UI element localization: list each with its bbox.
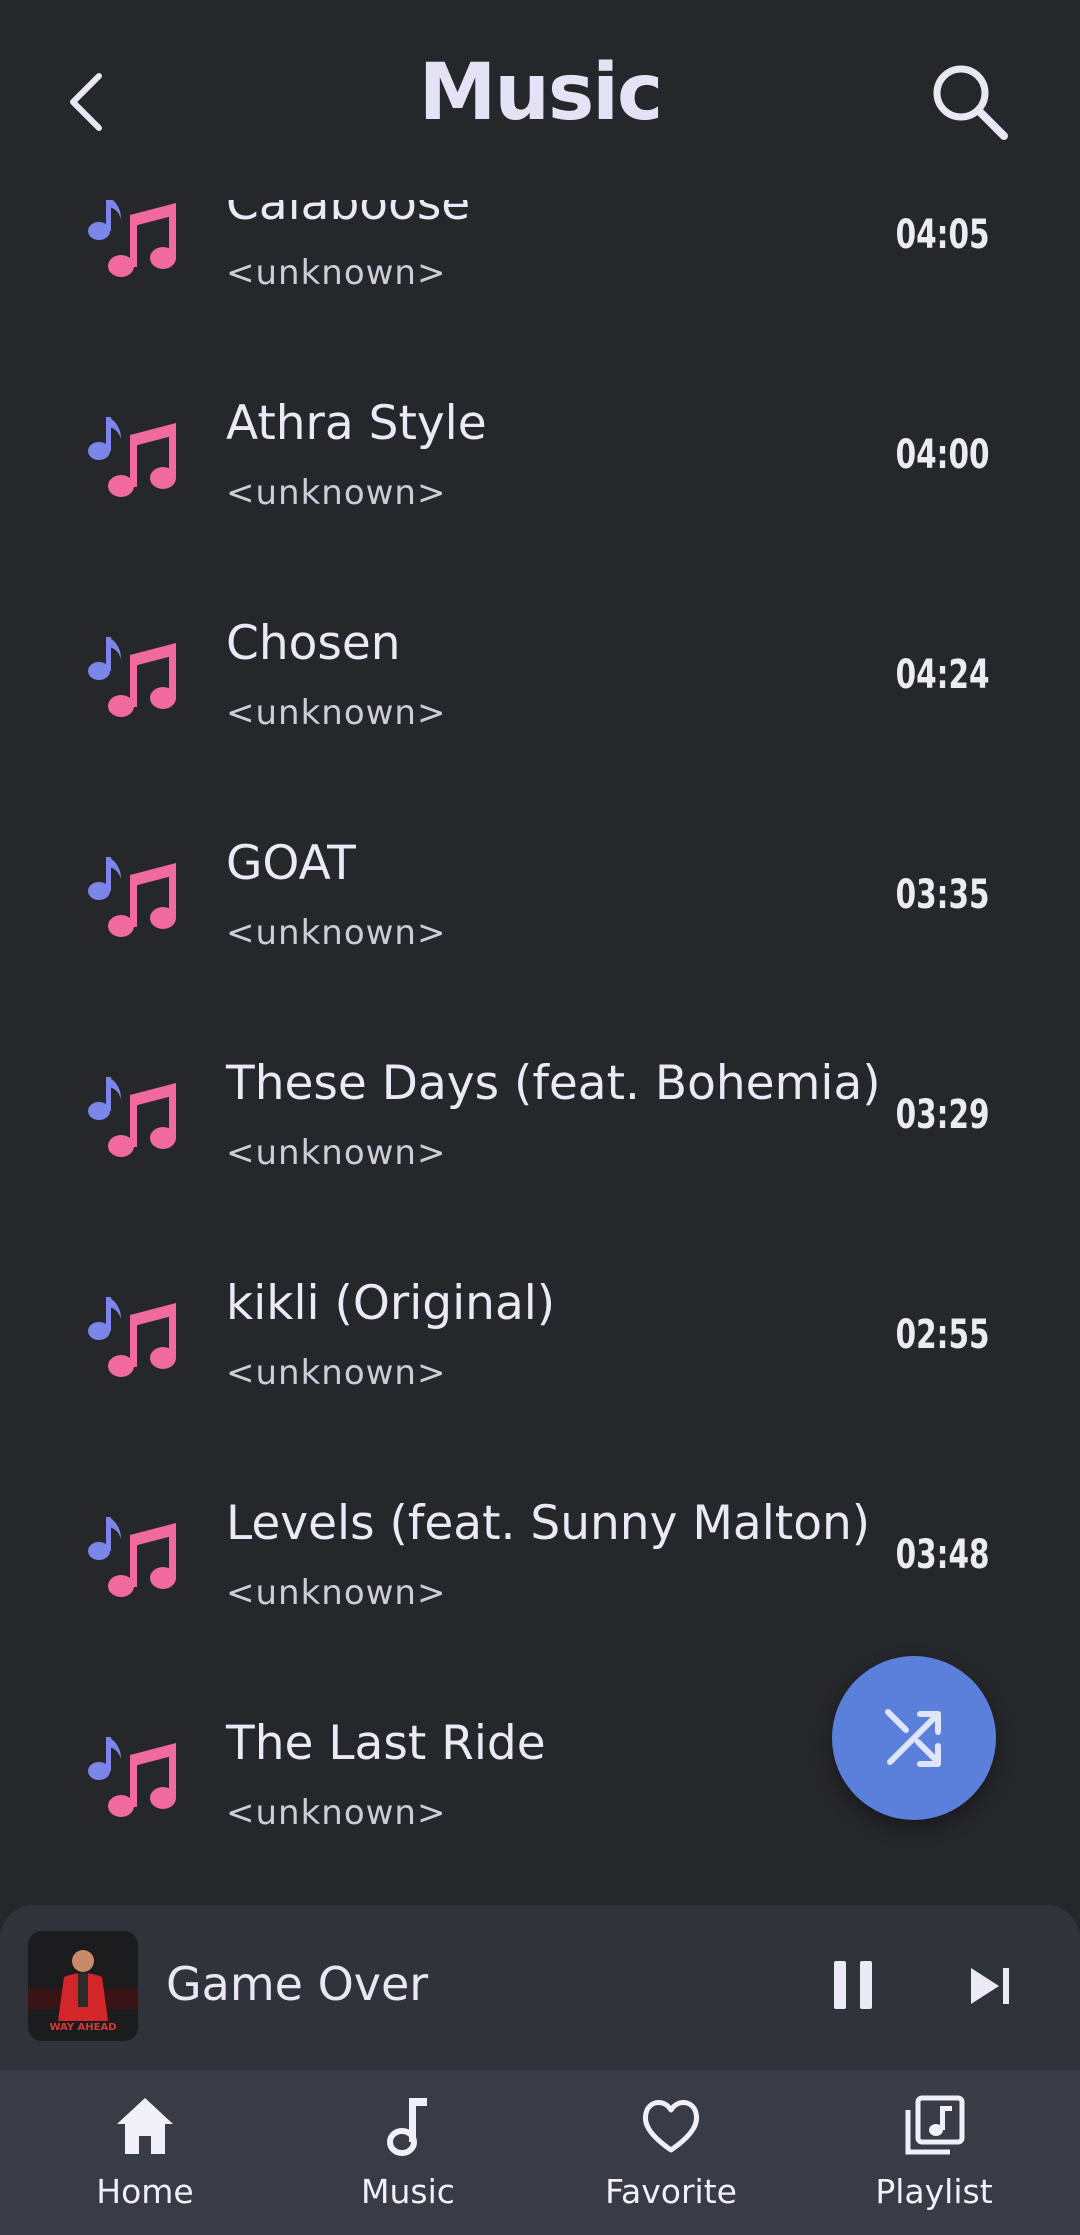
search-icon xyxy=(933,65,1008,140)
nav-item-playlist[interactable]: Playlist xyxy=(814,2070,1054,2235)
song-row[interactable]: These Days (feat. Bohemia) <unknown> 03:… xyxy=(0,1008,1080,1228)
app-header: Music xyxy=(0,0,1080,200)
song-artist: <unknown> xyxy=(226,253,447,293)
shuffle-icon xyxy=(885,1709,941,1767)
song-duration: 04:00 xyxy=(896,432,990,478)
nav-item-favorite[interactable]: Favorite xyxy=(551,2070,791,2235)
music-note-icon xyxy=(88,857,176,937)
song-artist: <unknown> xyxy=(226,1573,447,1613)
music-note-icon xyxy=(88,1077,176,1157)
song-duration: 03:48 xyxy=(896,1532,990,1578)
mini-player[interactable]: WAY AHEAD Game Over xyxy=(0,1905,1080,2070)
nav-label-home: Home xyxy=(96,2172,194,2211)
song-duration: 04:24 xyxy=(896,652,990,698)
music-note-icon xyxy=(88,1297,176,1377)
next-button[interactable] xyxy=(965,1960,1017,2012)
nav-label-music: Music xyxy=(361,2172,455,2211)
song-row[interactable]: GOAT <unknown> 03:35 xyxy=(0,788,1080,1008)
music-note-icon xyxy=(387,2098,427,2156)
nav-item-music[interactable]: Music xyxy=(288,2070,528,2235)
pause-icon xyxy=(834,1961,872,2009)
song-title: GOAT xyxy=(226,836,356,891)
song-duration: 03:29 xyxy=(896,1092,990,1138)
shuffle-button[interactable] xyxy=(832,1656,996,1820)
music-note-icon xyxy=(88,1737,176,1817)
music-note-icon xyxy=(88,417,176,497)
music-note-icon xyxy=(88,1517,176,1597)
song-list: Calaboose <unknown> 04:05 Athra Style <u… xyxy=(0,0,1080,1900)
page-title: Music xyxy=(418,48,664,138)
song-title: Chosen xyxy=(226,616,401,671)
song-row[interactable]: Levels (feat. Sunny Malton) <unknown> 03… xyxy=(0,1448,1080,1668)
song-title: Athra Style xyxy=(226,396,487,451)
home-icon xyxy=(117,2098,173,2154)
song-artist: <unknown> xyxy=(226,1793,447,1833)
song-title: Levels (feat. Sunny Malton) xyxy=(226,1496,871,1551)
now-playing-title: Game Over xyxy=(166,1957,429,2011)
search-button[interactable] xyxy=(928,60,1010,142)
song-title: The Last Ride xyxy=(226,1716,546,1771)
song-row[interactable]: Chosen <unknown> 04:24 xyxy=(0,568,1080,788)
heart-icon xyxy=(642,2100,700,2153)
song-artist: <unknown> xyxy=(226,1353,447,1393)
song-duration: 04:05 xyxy=(896,212,990,258)
song-duration: 03:35 xyxy=(896,872,990,918)
bottom-nav: Home Music Favorite Playlist xyxy=(0,2070,1080,2235)
song-title: kikli (Original) xyxy=(226,1276,556,1331)
nav-label-playlist: Playlist xyxy=(875,2172,993,2211)
album-art-image: WAY AHEAD xyxy=(28,1931,138,2041)
song-artist: <unknown> xyxy=(226,473,447,513)
song-row[interactable]: kikli (Original) <unknown> 02:55 xyxy=(0,1228,1080,1448)
song-artist: <unknown> xyxy=(226,1133,447,1173)
nav-item-home[interactable]: Home xyxy=(25,2070,265,2235)
song-artist: <unknown> xyxy=(226,693,447,733)
nav-label-favorite: Favorite xyxy=(605,2172,737,2211)
album-art-text: WAY AHEAD xyxy=(49,2022,116,2033)
song-duration: 02:55 xyxy=(896,1312,990,1358)
song-title: These Days (feat. Bohemia) xyxy=(226,1056,881,1111)
album-art[interactable]: WAY AHEAD xyxy=(28,1931,138,2041)
song-row[interactable]: Athra Style <unknown> 04:00 xyxy=(0,348,1080,568)
song-artist: <unknown> xyxy=(226,913,447,953)
music-note-icon xyxy=(88,197,176,277)
skip-next-icon xyxy=(971,1968,1009,2004)
pause-button[interactable] xyxy=(828,1953,878,2019)
playlist-icon xyxy=(905,2095,965,2155)
music-note-icon xyxy=(88,637,176,717)
